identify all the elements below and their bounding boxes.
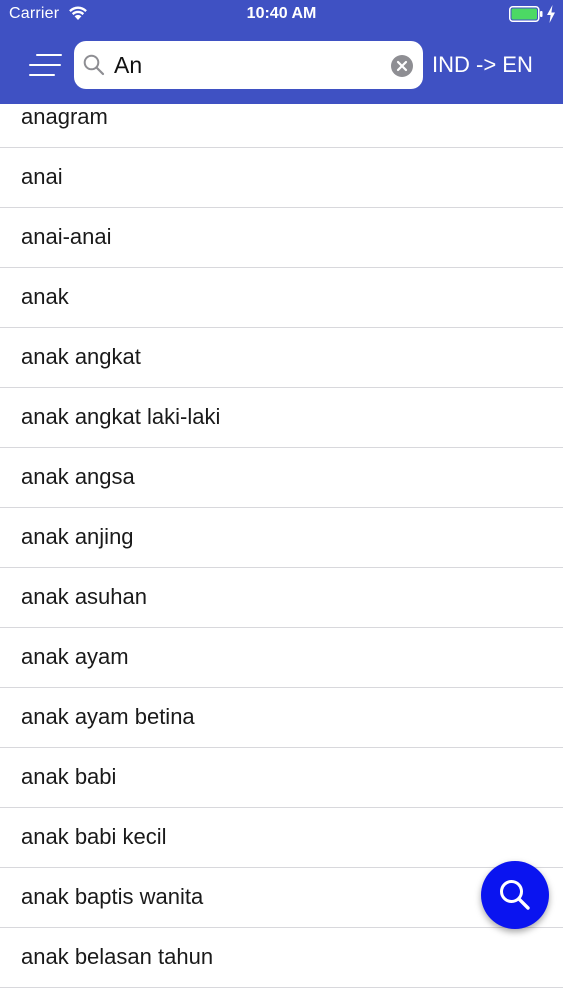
list-item-label: anagram bbox=[21, 104, 108, 129]
list-item-label: anak asuhan bbox=[21, 584, 147, 609]
list-item-label: anak angkat bbox=[21, 344, 141, 369]
hamburger-menu-icon[interactable] bbox=[23, 48, 63, 82]
list-item-label: anak babi kecil bbox=[21, 824, 167, 849]
list-item[interactable]: anak babi kecil bbox=[0, 808, 563, 868]
status-time: 10:40 AM bbox=[246, 5, 317, 22]
list-item[interactable]: anai-anai bbox=[0, 208, 563, 268]
search-bar[interactable] bbox=[74, 41, 423, 89]
list-item[interactable]: anak belasan tahun bbox=[0, 928, 563, 988]
status-bar: Carrier 10:40 AM bbox=[0, 0, 563, 30]
nav-row: IND -> EN bbox=[0, 40, 563, 90]
battery-icon bbox=[509, 6, 543, 22]
list-item[interactable]: anak ayam bbox=[0, 628, 563, 688]
list-item-label: anai bbox=[21, 164, 63, 189]
list-item[interactable]: anak asuhan bbox=[0, 568, 563, 628]
search-icon bbox=[500, 880, 530, 910]
charging-bolt-icon bbox=[547, 5, 555, 23]
list-item-label: anai-anai bbox=[21, 224, 112, 249]
word-list: anagram anai anai-anai anak anak angkat anak … bbox=[0, 104, 563, 1000]
list-item[interactable]: anak baptis wanita bbox=[0, 868, 563, 928]
list-item-label: anak babi bbox=[21, 764, 117, 789]
search-fab-button[interactable] bbox=[481, 861, 549, 929]
list-item-label: anak angsa bbox=[21, 464, 135, 489]
list-item-label: anak ayam betina bbox=[21, 704, 195, 729]
list-item-label: anak angkat laki-laki bbox=[21, 404, 221, 429]
list-item-label: anak baptis wanita bbox=[21, 884, 204, 909]
list-item[interactable]: anak angsa bbox=[0, 448, 563, 508]
list-item[interactable]: anak babi bbox=[0, 748, 563, 808]
search-input[interactable] bbox=[114, 47, 382, 83]
list-item[interactable]: anak bbox=[0, 268, 563, 328]
list-item[interactable]: anak anjing bbox=[0, 508, 563, 568]
list-item[interactable]: anak angkat laki-laki bbox=[0, 388, 563, 448]
list-item[interactable]: anak ayam betina bbox=[0, 688, 563, 748]
search-icon bbox=[83, 54, 105, 76]
list-item[interactable]: anak angkat bbox=[0, 328, 563, 388]
clear-icon[interactable] bbox=[391, 55, 413, 77]
list-item-label: anak anjing bbox=[21, 524, 134, 549]
list-item-label: anak bbox=[21, 284, 69, 309]
language-toggle[interactable]: IND -> EN bbox=[432, 52, 542, 78]
list-item-label: anak belasan tahun bbox=[21, 944, 214, 969]
list-item[interactable]: anagram bbox=[0, 104, 563, 148]
list-item[interactable]: anai bbox=[0, 148, 563, 208]
list-item-label: anak ayam bbox=[21, 644, 129, 669]
app-header: Carrier 10:40 AM An IND -> EN bbox=[0, 0, 563, 104]
